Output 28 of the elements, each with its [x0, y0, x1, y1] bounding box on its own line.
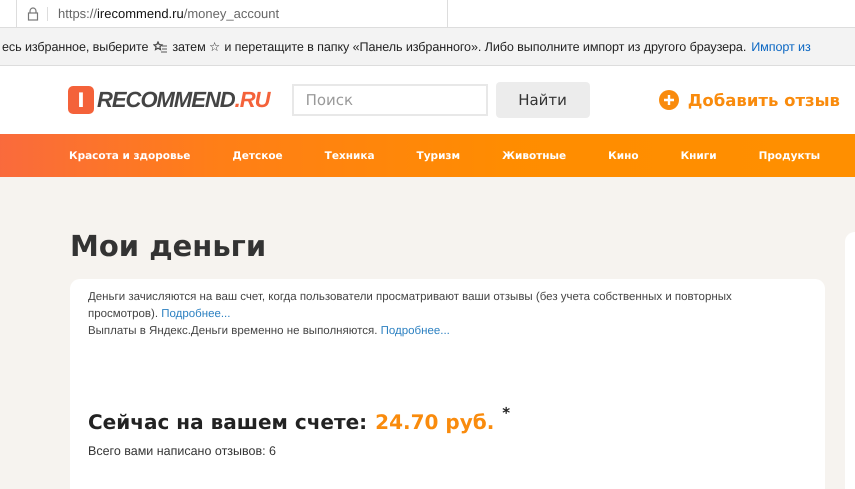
logo-text[interactable]: RECOMMEND.RU: [97, 87, 270, 113]
add-review-link[interactable]: Добавить отзыв: [688, 90, 840, 110]
category-link[interactable]: Животные: [502, 150, 566, 162]
category-link[interactable]: Техника: [324, 150, 375, 162]
page-title: Мои деньги: [70, 229, 268, 263]
logo-mark[interactable]: I: [68, 86, 94, 114]
search-field[interactable]: Поиск: [292, 84, 488, 116]
category-link[interactable]: Кино: [608, 150, 639, 162]
category-link[interactable]: Туризм: [416, 150, 460, 162]
balance-label: Сейчас на вашем счете:: [88, 410, 368, 434]
balance-amount: 24.70 руб.: [375, 410, 494, 434]
favorites-icon: [153, 40, 168, 52]
category-link[interactable]: Продукты: [758, 150, 820, 162]
category-link[interactable]: Детское: [232, 150, 283, 162]
more-link[interactable]: Подробнее...: [380, 325, 450, 337]
footnote-mark: *: [502, 404, 510, 422]
reviews-count: Всего вами написано отзывов: 6: [88, 444, 277, 458]
plus-icon[interactable]: [658, 89, 680, 111]
favorites-hint: затем ☆ и перетащите в папку «Панель избранного». Либо выполните импорт из другого браузера.: [172, 39, 746, 54]
import-link[interactable]: Импорт из: [751, 40, 811, 54]
favorites-hint: есь избранное, выберите: [2, 40, 148, 54]
category-link[interactable]: Книги: [680, 150, 717, 162]
category-link[interactable]: Красота и здоровье: [69, 150, 190, 162]
search-button[interactable]: Найти: [496, 82, 590, 118]
lock-icon: [27, 6, 48, 20]
more-link[interactable]: Подробнее...: [161, 308, 230, 320]
info-text: Деньги зачисляются на ваш счет, когда пользователи просматривают ваши отзывы (без учета собственных и повторных просмотров). Подробнее...: [88, 290, 733, 322]
info-text: Выплаты в Яндекс.Деньги временно не выполняются. Подробнее...: [88, 324, 451, 339]
